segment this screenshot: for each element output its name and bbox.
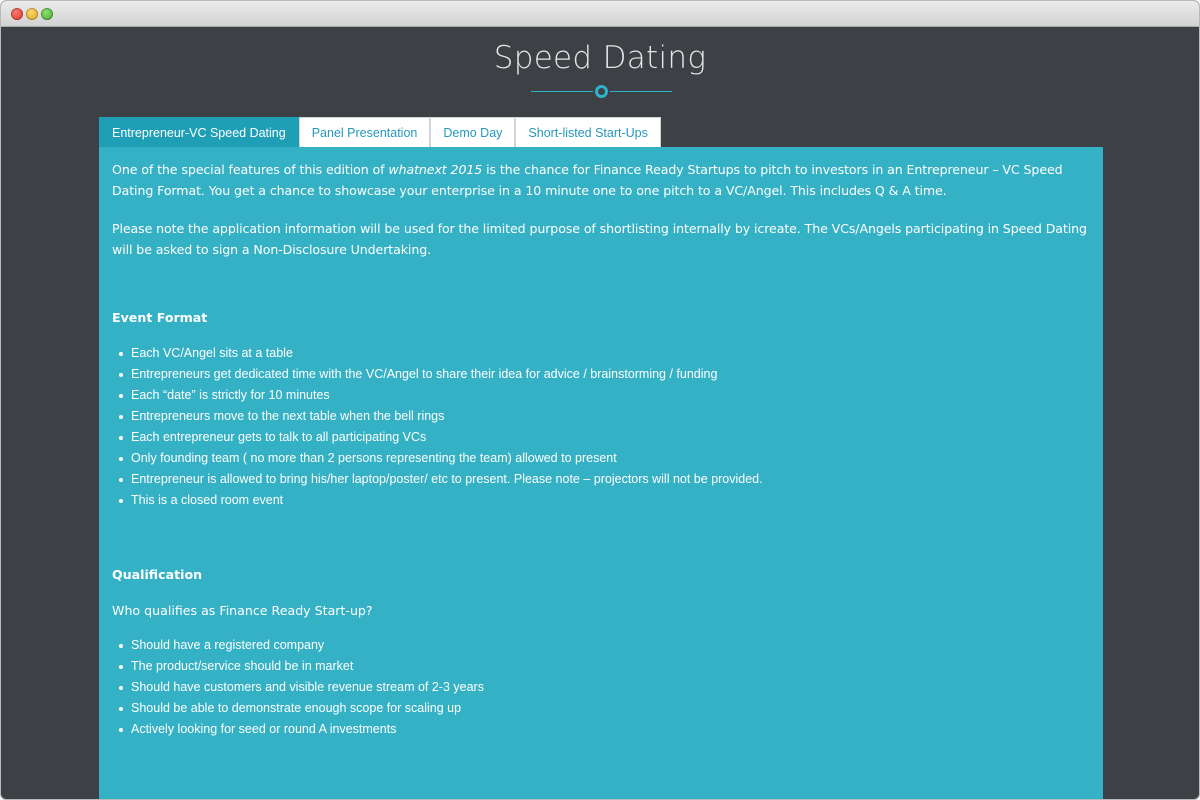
tab-panel-presentation[interactable]: Panel Presentation [298,117,431,147]
page-title: Speed Dating [493,40,707,76]
event-name: whatnext 2015 [388,162,483,177]
list-item: Actively looking for seed or round A inv… [119,719,1090,740]
list-item: Entrepreneurs move to the next table whe… [119,406,1090,427]
page-content: Speed Dating Entrepreneur-VC Speed Datin… [1,28,1199,799]
tab-demo-day[interactable]: Demo Day [430,117,516,147]
event-format-heading: Event Format [112,310,208,325]
list-item: Entrepreneur is allowed to bring his/her… [119,469,1090,490]
list-item: Should have a registered company [119,635,1090,656]
qualification-question: Who qualifies as Finance Ready Start-up? [112,603,373,618]
list-item: Each entrepreneur gets to talk to all pa… [119,427,1090,448]
intro-text-start: One of the special features of this edit… [112,162,389,177]
close-window-icon[interactable] [11,8,23,20]
window-titlebar [1,1,1199,27]
divider-line-left [531,91,593,92]
list-item: Should have customers and visible revenu… [119,677,1090,698]
list-item: This is a closed room event [119,490,1090,511]
event-format-list: Each VC/Angel sits at a table Entrepreneu… [112,343,1090,511]
tab-bar: Entrepreneur-VC Speed Dating Panel Prese… [99,117,661,147]
tab-panel: One of the special features of this edit… [99,147,1103,799]
qualification-list: Should have a registered company The prod… [112,635,1090,740]
list-item: The product/service should be in market [119,656,1090,677]
divider-line-right [610,91,672,92]
divider-circle-icon [595,85,608,98]
list-item: Should be able to demonstrate enough sco… [119,698,1090,719]
list-item: Only founding team ( no more than 2 pers… [119,448,1090,469]
note-paragraph: Please note the application information … [112,221,1087,257]
maximize-window-icon[interactable] [41,8,53,20]
tab-entrepreneur-vc-speed-dating[interactable]: Entrepreneur-VC Speed Dating [99,117,299,147]
minimize-window-icon[interactable] [26,8,38,20]
browser-window: Speed Dating Entrepreneur-VC Speed Datin… [0,0,1200,800]
list-item: Entrepreneurs get dedicated time with th… [119,364,1090,385]
tab-short-listed-start-ups[interactable]: Short-listed Start-Ups [515,117,661,147]
list-item: Each “date” is strictly for 10 minutes [119,385,1090,406]
intro-paragraph: One of the special features of this edit… [112,159,1090,201]
list-item: Each VC/Angel sits at a table [119,343,1090,364]
title-divider [531,85,672,99]
qualification-heading: Qualification [112,567,203,582]
